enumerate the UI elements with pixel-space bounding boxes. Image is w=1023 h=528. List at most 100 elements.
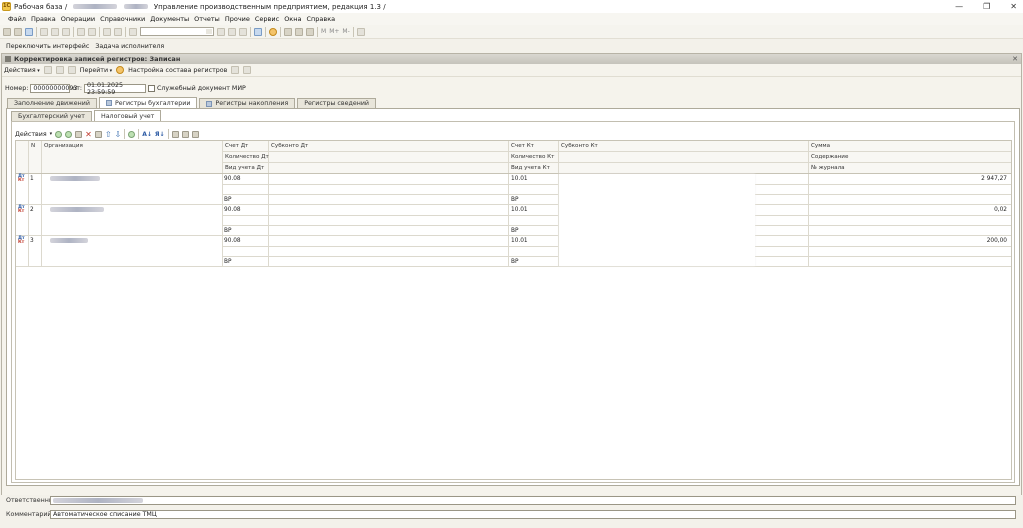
memory-mminus-icon[interactable]: M- (342, 28, 349, 35)
memory-m-icon[interactable]: M (321, 28, 326, 35)
menu-windows[interactable]: Окна (284, 15, 301, 23)
paste-icon[interactable] (62, 27, 70, 36)
sum-cell[interactable]: 200,00 (987, 236, 1007, 246)
grid-empty-area[interactable] (16, 267, 1011, 479)
col-quantity-dt[interactable]: Количество Дт (223, 152, 269, 162)
grid-actions-menu[interactable]: Действия (15, 131, 47, 138)
subkonto-kt-area[interactable] (559, 174, 755, 266)
move-up-icon[interactable]: ⇧ (105, 130, 112, 138)
col-sum[interactable]: Сумма (809, 141, 830, 151)
type-dt-cell[interactable]: ВР (224, 226, 231, 236)
tab-information-registers[interactable]: Регистры сведений (297, 98, 376, 108)
service-doc-checkbox[interactable] (148, 85, 155, 92)
type-dt-cell[interactable]: ВР (224, 257, 231, 267)
window-icon[interactable] (254, 27, 262, 36)
calendar-icon[interactable] (295, 27, 303, 36)
col-journal[interactable]: № журнала (809, 163, 845, 173)
col-subkonto-kt[interactable]: Субконто Кт (559, 141, 598, 151)
row-number[interactable]: 2 (30, 205, 34, 215)
col-n[interactable]: N (29, 141, 35, 151)
account-kt-cell[interactable]: 10.01 (511, 205, 528, 215)
col-account-kt[interactable]: Счет Кт (509, 141, 534, 151)
help-icon[interactable] (116, 66, 125, 74)
post-icon[interactable] (43, 66, 52, 74)
fill-icon[interactable] (128, 130, 136, 138)
menu-service[interactable]: Сервис (255, 15, 279, 23)
row-number[interactable]: 3 (30, 236, 34, 246)
add-row-icon[interactable] (55, 130, 63, 138)
tab-accumulation-registers[interactable]: Регистры накопления (199, 98, 296, 108)
menu-file[interactable]: Файл (8, 15, 26, 23)
sort-desc-icon[interactable]: Я↓ (155, 131, 165, 138)
executor-task-button[interactable]: Задача исполнителя (95, 43, 164, 50)
tab-accounting-registers[interactable]: Регистры бухгалтерии (98, 97, 198, 108)
organization-cell[interactable] (50, 205, 104, 215)
menu-edit[interactable]: Правка (31, 15, 56, 23)
account-kt-cell[interactable]: 10.01 (511, 174, 528, 184)
responsible-input[interactable] (50, 496, 1016, 505)
search-combo[interactable] (140, 27, 214, 36)
col-content[interactable]: Содержание (809, 152, 848, 162)
sum-cell[interactable]: 0,02 (994, 205, 1007, 215)
copy-row-icon[interactable] (65, 130, 73, 138)
undo-icon[interactable] (103, 27, 111, 36)
row-number[interactable]: 1 (30, 174, 34, 184)
account-dt-cell[interactable]: 90.08 (224, 236, 241, 246)
print-icon[interactable] (77, 27, 85, 36)
tab-fill-movements[interactable]: Заполнение движений (7, 98, 97, 108)
account-dt-cell[interactable]: 90.08 (224, 205, 241, 215)
refresh-icon[interactable] (67, 66, 76, 74)
close-icon[interactable]: ✕ (1012, 55, 1018, 63)
switch-interface-button[interactable]: Переключить интерфейс (6, 43, 89, 50)
account-kt-cell[interactable]: 10.01 (511, 236, 528, 246)
redo-icon[interactable] (114, 27, 122, 36)
table-view-icon[interactable] (231, 66, 240, 74)
menu-operations[interactable]: Операции (61, 15, 95, 23)
calculator-icon[interactable] (306, 27, 314, 36)
cut-icon[interactable] (40, 27, 48, 36)
columns-icon[interactable] (181, 130, 189, 138)
organization-cell[interactable] (50, 174, 100, 184)
settings-icon[interactable] (191, 130, 199, 138)
open-icon[interactable] (14, 27, 22, 36)
clear-search-icon[interactable] (217, 27, 225, 36)
date-input[interactable]: 01.01.2025 23:59:59 (84, 82, 146, 96)
col-quantity-kt[interactable]: Количество Кт (509, 152, 554, 162)
move-down-icon[interactable]: ⇩ (115, 130, 122, 138)
preview-icon[interactable] (88, 27, 96, 36)
unpost-icon[interactable] (55, 66, 64, 74)
menu-other[interactable]: Прочие (225, 15, 250, 23)
type-kt-cell[interactable]: ВР (511, 226, 518, 236)
minimize-icon[interactable]: — (955, 2, 963, 11)
copy-icon[interactable] (51, 27, 59, 36)
col-type-dt[interactable]: Вид учета Дт (223, 163, 264, 173)
menu-catalogs[interactable]: Справочники (100, 15, 145, 23)
find-next-icon[interactable] (228, 27, 236, 36)
table-icon[interactable] (284, 27, 292, 36)
close-icon[interactable]: ✕ (1010, 2, 1017, 11)
find-prev-icon[interactable] (239, 27, 247, 36)
calc-icon[interactable] (171, 130, 179, 138)
delete-row-icon[interactable]: ✕ (85, 130, 92, 138)
type-kt-cell[interactable]: ВР (511, 195, 518, 205)
tools-icon[interactable] (356, 27, 365, 36)
go-menu[interactable]: Перейти (80, 67, 112, 74)
menu-reports[interactable]: Отчеты (194, 15, 220, 23)
new-doc-icon[interactable] (3, 27, 11, 36)
organization-cell[interactable] (50, 236, 88, 246)
save-icon[interactable] (25, 27, 33, 36)
menu-documents[interactable]: Документы (150, 15, 189, 23)
type-kt-cell[interactable]: ВР (511, 257, 518, 267)
tab-accounting[interactable]: Бухгалтерский учет (11, 111, 92, 121)
menu-help[interactable]: Справка (306, 15, 335, 23)
edit-row-icon[interactable] (75, 130, 83, 138)
sort-asc-icon[interactable]: A↓ (142, 131, 152, 138)
info-icon[interactable] (269, 27, 277, 36)
col-account-dt[interactable]: Счет Дт (223, 141, 248, 151)
restore-icon[interactable]: ❐ (983, 2, 990, 11)
number-input[interactable]: 00000000093 (30, 84, 77, 93)
tab-tax-accounting[interactable]: Налоговый учет (93, 110, 162, 121)
sum-cell[interactable]: 2 947,27 (981, 174, 1007, 184)
col-type-kt[interactable]: Вид учета Кт (509, 163, 550, 173)
register-setup-button[interactable]: Настройка состава регистров (128, 67, 227, 74)
